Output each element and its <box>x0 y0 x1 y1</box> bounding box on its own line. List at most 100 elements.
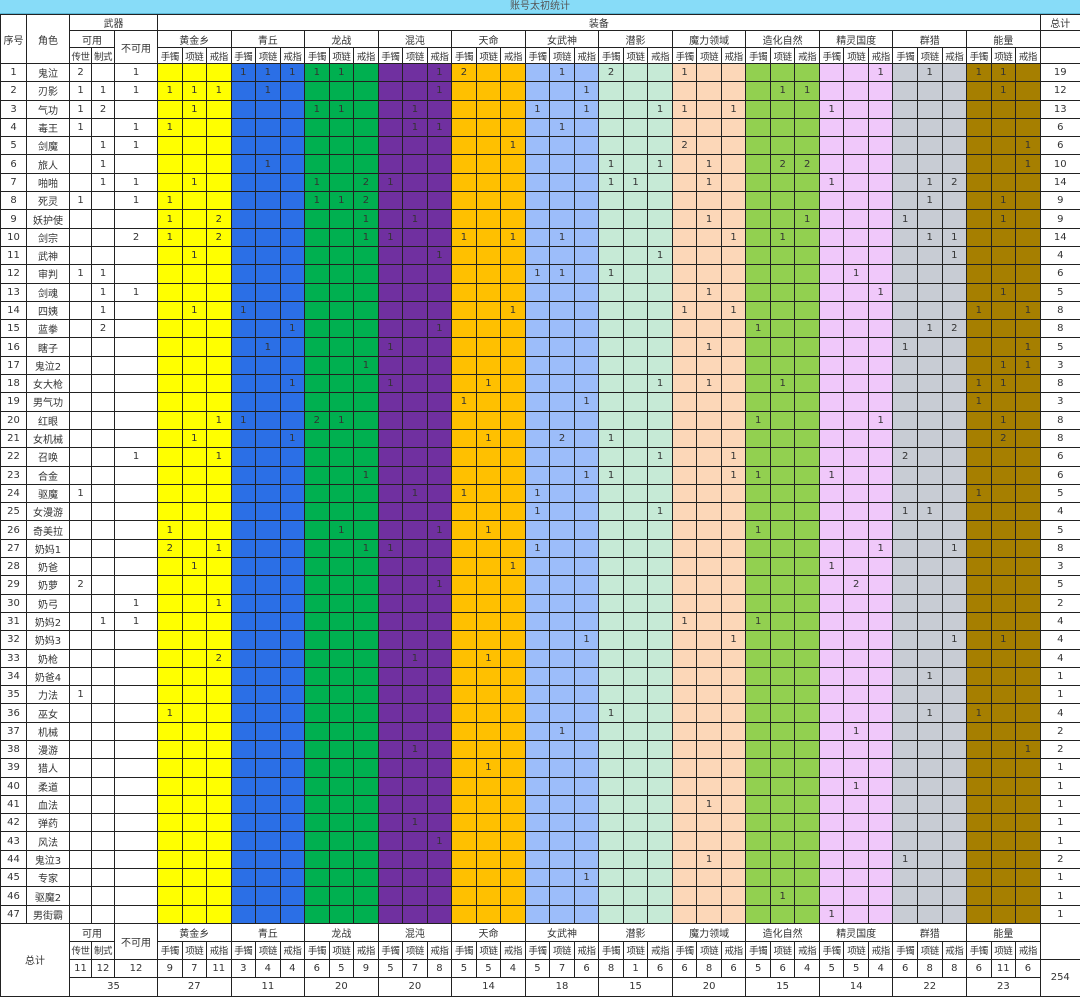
equip-count: 1 <box>403 740 428 758</box>
weapon-count: 1 <box>115 612 158 630</box>
equip-count <box>501 283 526 301</box>
equip-count <box>746 192 771 210</box>
equip-count <box>599 777 624 795</box>
equip-count <box>770 429 795 447</box>
equip-count <box>623 192 648 210</box>
equip-count <box>427 265 452 283</box>
equip-count <box>893 246 918 264</box>
equip-count <box>844 429 869 447</box>
equip-count <box>501 887 526 905</box>
equip-count <box>697 503 722 521</box>
equip-count <box>501 246 526 264</box>
equip-count <box>329 612 354 630</box>
equip-count <box>427 503 452 521</box>
equip-count <box>207 814 232 832</box>
equip-count <box>770 173 795 191</box>
equip-count <box>182 649 207 667</box>
footer-group: 潜影 <box>599 923 673 941</box>
row-total: 3 <box>1040 393 1080 411</box>
equip-count <box>476 484 501 502</box>
equip-count <box>893 521 918 539</box>
row-total: 10 <box>1040 155 1080 173</box>
equip-count <box>476 301 501 319</box>
equip-count <box>427 484 452 502</box>
equip-count <box>844 686 869 704</box>
equip-count <box>182 814 207 832</box>
equip-count <box>967 356 992 374</box>
equip-count <box>427 393 452 411</box>
equip-count <box>403 192 428 210</box>
equip-count <box>746 155 771 173</box>
equip-count <box>1016 777 1041 795</box>
weapon-count <box>92 558 115 576</box>
row-index: 36 <box>1 704 27 722</box>
equip-count <box>942 356 967 374</box>
row-role: 剑魂 <box>27 283 70 301</box>
slot-sum: 6 <box>721 959 746 977</box>
equip-count <box>942 759 967 777</box>
equip-count <box>452 612 477 630</box>
equip-count <box>868 850 893 868</box>
equip-count <box>329 704 354 722</box>
footer-group: 女武神 <box>525 923 599 941</box>
equip-count <box>917 905 942 923</box>
equip-count <box>182 539 207 557</box>
row-total: 2 <box>1040 594 1080 612</box>
equip-count <box>770 246 795 264</box>
equip-count <box>893 429 918 447</box>
weapon-count <box>92 118 115 136</box>
equip-count <box>158 887 183 905</box>
equip-count <box>158 100 183 118</box>
weapon-count <box>92 832 115 850</box>
equip-count: 1 <box>819 100 844 118</box>
equip-count <box>770 539 795 557</box>
weapon-count: 1 <box>115 192 158 210</box>
equip-count <box>844 649 869 667</box>
equip-count: 1 <box>525 265 550 283</box>
equip-count <box>182 887 207 905</box>
equip-count <box>158 155 183 173</box>
equip-count <box>158 137 183 155</box>
equip-count <box>501 100 526 118</box>
equip-count <box>231 905 256 923</box>
equip-count <box>525 740 550 758</box>
equip-count <box>721 192 746 210</box>
equip-count <box>305 740 330 758</box>
equip-count <box>942 301 967 319</box>
equip-count <box>819 649 844 667</box>
equip-count <box>599 210 624 228</box>
equip-count <box>672 576 697 594</box>
equip-count: 1 <box>746 521 771 539</box>
equip-count <box>844 155 869 173</box>
equip-count: 1 <box>942 631 967 649</box>
equip-count <box>476 850 501 868</box>
equip-count <box>231 118 256 136</box>
equip-count: 1 <box>427 118 452 136</box>
equip-count <box>231 320 256 338</box>
equip-count <box>525 649 550 667</box>
equip-count <box>207 118 232 136</box>
equip-count: 2 <box>550 429 575 447</box>
slot-sum: 5 <box>378 959 403 977</box>
equip-count: 1 <box>427 82 452 100</box>
slot-sum: 4 <box>256 959 281 977</box>
equip-count <box>991 576 1016 594</box>
equip-count <box>280 393 305 411</box>
equip-count <box>770 558 795 576</box>
equip-count <box>599 686 624 704</box>
equip-count: 1 <box>403 118 428 136</box>
equip-count <box>967 539 992 557</box>
equip-count <box>378 594 403 612</box>
footer-group: 精灵国度 <box>819 923 893 941</box>
equip-count <box>378 265 403 283</box>
equip-count <box>452 594 477 612</box>
weapon-count <box>92 887 115 905</box>
equip-count <box>942 64 967 82</box>
equip-count <box>550 887 575 905</box>
equip-count <box>280 356 305 374</box>
equip-count: 1 <box>1016 356 1041 374</box>
equip-count <box>942 192 967 210</box>
equip-count <box>1016 246 1041 264</box>
equip-count <box>942 521 967 539</box>
equip-count <box>354 667 379 685</box>
